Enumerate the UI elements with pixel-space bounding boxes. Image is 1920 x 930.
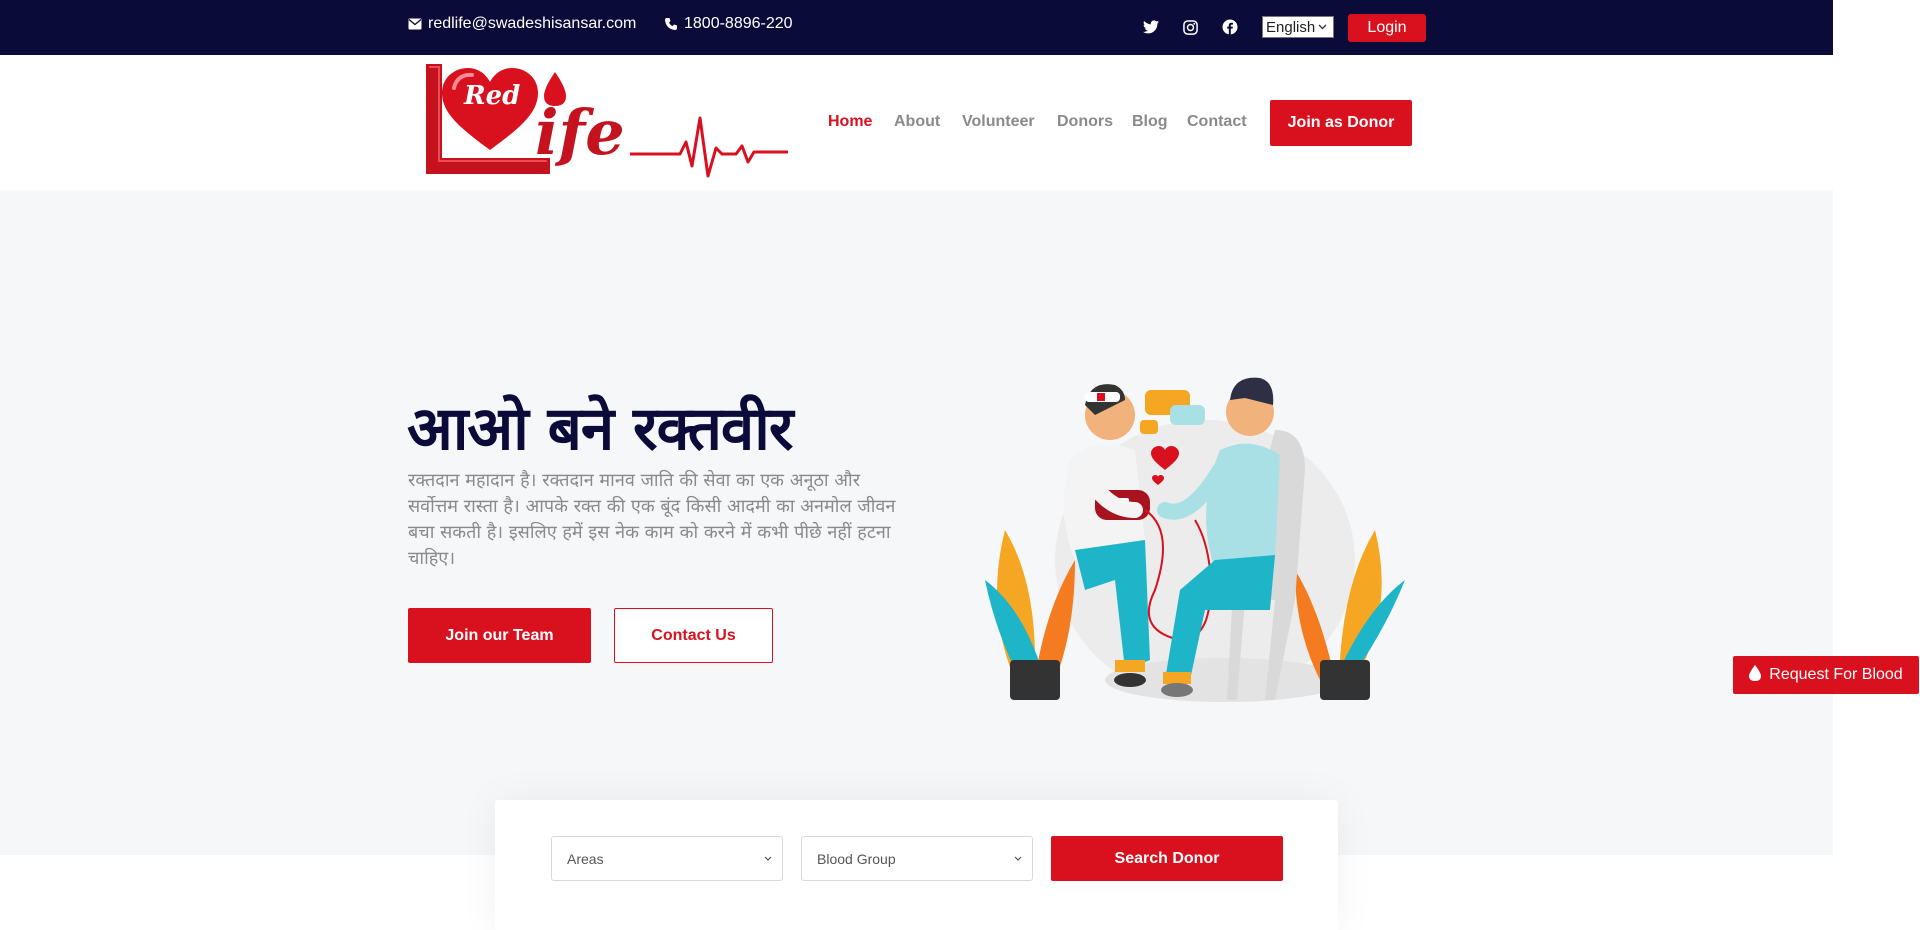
phone-text: 1800-8896-220 [684,15,793,32]
hero-section [0,190,1833,855]
areas-placeholder: Areas [567,850,604,867]
nav-about[interactable]: About [894,113,940,131]
hero-title: आओ बने रक्तवीर [407,394,793,464]
nav-contact[interactable]: Contact [1187,113,1247,131]
contact-us-button[interactable]: Contact Us [614,608,773,663]
language-value: English [1266,18,1316,36]
instagram-icon[interactable] [1180,17,1200,37]
areas-select[interactable]: Areas [551,836,783,881]
envelope-icon [408,18,422,30]
nav-volunteer[interactable]: Volunteer [962,113,1035,131]
language-select[interactable]: English [1262,16,1334,38]
hero-description: रक्तदान महादान है। रक्तदान मानव जाति की … [408,470,896,569]
chevron-down-icon [1318,24,1327,30]
logo-life-text: ife [535,96,625,169]
email-text: redlife@swadeshisansar.com [428,15,637,32]
login-button[interactable]: Login [1348,14,1426,42]
nav-blog[interactable]: Blog [1132,113,1168,131]
blood-group-select[interactable]: Blood Group [801,836,1033,881]
email-contact[interactable]: redlife@swadeshisansar.com [408,15,636,33]
site-logo[interactable]: Red ife [420,58,790,190]
search-donor-button[interactable]: Search Donor [1051,836,1283,881]
top-bar: redlife@swadeshisansar.com 1800-8896-220… [0,0,1833,55]
facebook-icon[interactable] [1220,17,1240,37]
blood-group-placeholder: Blood Group [817,850,896,867]
logo-red-text: Red [463,81,520,111]
blood-donation-illustration [975,360,1415,710]
request-for-blood-label: Request For Blood [1769,666,1903,683]
twitter-icon[interactable] [1141,17,1161,37]
request-for-blood-button[interactable]: Request For Blood [1733,656,1919,694]
phone-icon [664,17,678,31]
nav-donors[interactable]: Donors [1057,113,1113,131]
join-our-team-button[interactable]: Join our Team [408,608,591,663]
nav-home[interactable]: Home [828,113,872,131]
join-as-donor-button[interactable]: Join as Donor [1270,100,1412,146]
blood-drop-icon [1749,664,1762,686]
chevron-down-icon [764,851,772,867]
phone-contact[interactable]: 1800-8896-220 [664,15,793,33]
chevron-down-icon [1014,851,1022,867]
